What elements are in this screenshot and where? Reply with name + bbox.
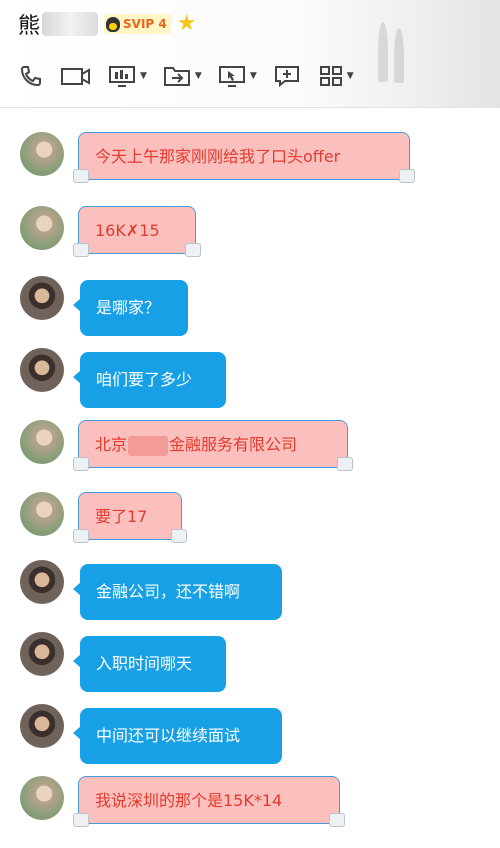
message-bubble[interactable]: 是哪家？ xyxy=(73,280,188,336)
message-bubble[interactable]: 咱们要了多少 xyxy=(73,352,226,408)
vip-label: SVIP 4 xyxy=(123,17,167,31)
message-text: 我说深圳的那个是15K*14 xyxy=(95,791,283,810)
contact-avatar[interactable] xyxy=(20,420,64,464)
message-text: 是哪家？ xyxy=(96,298,161,317)
bubble-tail xyxy=(73,654,81,668)
message-bubble[interactable]: 我说深圳的那个是15K*14 xyxy=(73,776,345,827)
message-bubble[interactable]: 金融公司，还不错啊 xyxy=(73,564,282,620)
bubble-decoration xyxy=(73,243,89,257)
contact-name[interactable]: 熊 xyxy=(18,8,40,40)
background-figures xyxy=(370,18,420,98)
bubble-decoration xyxy=(329,813,345,827)
user-avatar[interactable] xyxy=(20,276,64,320)
header-title: 熊 SVIP 4 ★ xyxy=(18,8,197,40)
user-avatar[interactable] xyxy=(20,348,64,392)
bubble-decoration xyxy=(73,813,89,827)
apps-grid-icon[interactable]: ▼ xyxy=(319,64,354,88)
user-avatar[interactable] xyxy=(20,704,64,748)
message-text: 16K✗15 xyxy=(95,221,160,240)
user-avatar[interactable] xyxy=(20,632,64,676)
bubble-decoration xyxy=(73,529,89,543)
message-bubble[interactable]: 北京 金融服务有限公司 xyxy=(73,420,353,471)
vip-badge[interactable]: SVIP 4 xyxy=(104,14,171,34)
user-avatar[interactable] xyxy=(20,560,64,604)
name-redaction xyxy=(42,12,99,36)
chat-header: 熊 SVIP 4 ★ ▼ ▼ ▼ ▼ xyxy=(0,0,500,108)
toolbar: ▼ ▼ ▼ ▼ xyxy=(18,62,370,90)
bubble-decoration xyxy=(185,243,201,257)
contact-avatar[interactable] xyxy=(20,492,64,536)
contact-avatar[interactable] xyxy=(20,206,64,250)
screen-share-icon[interactable]: ▼ xyxy=(108,64,147,88)
bubble-decoration xyxy=(73,457,89,471)
message-text: 中间还可以继续面试 xyxy=(96,726,241,745)
message-text-part: 北京 xyxy=(95,435,128,454)
message-bubble[interactable]: 要了17 xyxy=(73,492,187,543)
message-list[interactable]: 今天上午那家刚刚给我了口头offer 16K✗15 是哪家？ 咱们要了多少 北京… xyxy=(0,108,500,848)
message-text: 金融公司，还不错啊 xyxy=(96,582,241,601)
bubble-decoration xyxy=(399,169,415,183)
bubble-tail xyxy=(73,726,81,740)
bubble-decoration xyxy=(337,457,353,471)
contact-avatar[interactable] xyxy=(20,132,64,176)
bubble-decoration xyxy=(171,529,187,543)
star-icon[interactable]: ★ xyxy=(177,13,197,35)
message-bubble[interactable]: 中间还可以继续面试 xyxy=(73,708,282,764)
video-call-icon[interactable] xyxy=(60,64,92,88)
message-text: 今天上午那家刚刚给我了口头offer xyxy=(95,147,341,166)
message-text-part: 金融服务有限公司 xyxy=(169,435,298,454)
bubble-tail xyxy=(73,370,81,384)
phone-icon[interactable] xyxy=(18,64,44,88)
message-text: 咱们要了多少 xyxy=(96,370,193,389)
penguin-icon xyxy=(106,16,121,32)
remote-desktop-icon[interactable]: ▼ xyxy=(218,64,257,88)
company-redaction xyxy=(128,435,169,456)
message-bubble[interactable]: 入职时间哪天 xyxy=(73,636,226,692)
message-text: 要了17 xyxy=(95,507,148,526)
file-transfer-icon[interactable]: ▼ xyxy=(163,64,202,88)
bubble-decoration xyxy=(73,169,89,183)
bubble-tail xyxy=(73,298,81,312)
bubble-tail xyxy=(73,582,81,596)
message-text: 入职时间哪天 xyxy=(96,654,193,673)
message-bubble[interactable]: 今天上午那家刚刚给我了口头offer xyxy=(73,132,415,183)
contact-avatar[interactable] xyxy=(20,776,64,820)
add-message-icon[interactable] xyxy=(273,64,303,88)
message-bubble[interactable]: 16K✗15 xyxy=(73,206,201,257)
